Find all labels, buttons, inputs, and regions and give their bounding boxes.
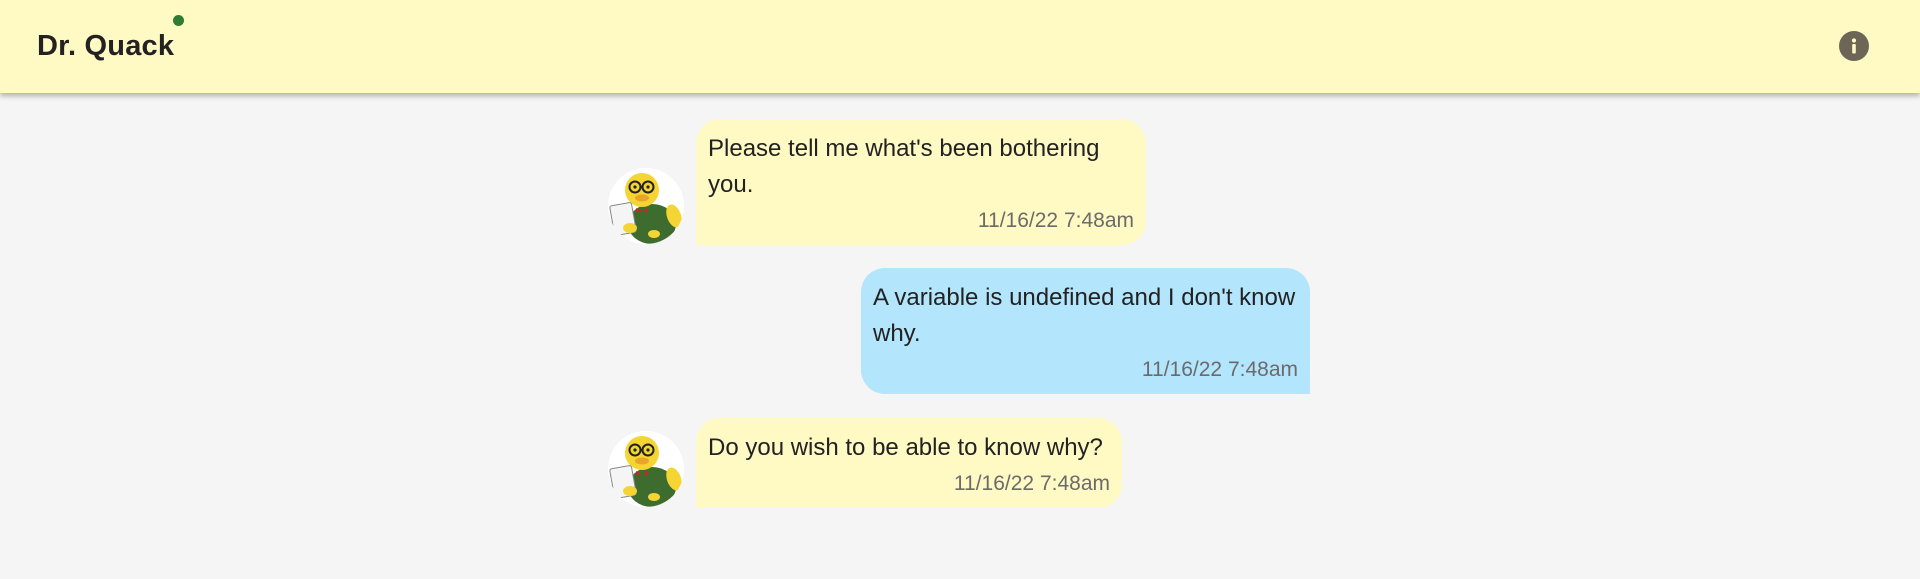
online-status-indicator bbox=[173, 15, 185, 26]
bot-message-bubble: Do you wish to be able to know why? 11/1… bbox=[696, 418, 1122, 508]
message-text: Please tell me what's been bothering you… bbox=[708, 135, 1100, 198]
message-text: A variable is undefined and I don't know… bbox=[873, 284, 1296, 347]
message-text: Do you wish to be able to know why? bbox=[708, 434, 1103, 461]
message-timestamp: 11/16/22 7:48am bbox=[1141, 358, 1298, 381]
message-timestamp: 11/16/22 7:48am bbox=[953, 472, 1110, 495]
duck-doctor-avatar bbox=[608, 168, 684, 244]
info-button[interactable] bbox=[1839, 31, 1869, 61]
title-wrap: Dr. Quack bbox=[37, 15, 185, 66]
duck-doctor-icon bbox=[608, 431, 684, 507]
duck-doctor-icon bbox=[608, 168, 684, 244]
message-timestamp: 11/16/22 7:48am bbox=[977, 209, 1134, 232]
duck-doctor-avatar bbox=[608, 431, 684, 507]
app-header: Dr. Quack bbox=[0, 0, 1920, 93]
bot-message-bubble: Please tell me what's been bothering you… bbox=[696, 119, 1146, 245]
page-title: Dr. Quack bbox=[37, 30, 175, 62]
user-message-bubble: A variable is undefined and I don't know… bbox=[861, 268, 1310, 394]
info-icon bbox=[1851, 38, 1857, 54]
